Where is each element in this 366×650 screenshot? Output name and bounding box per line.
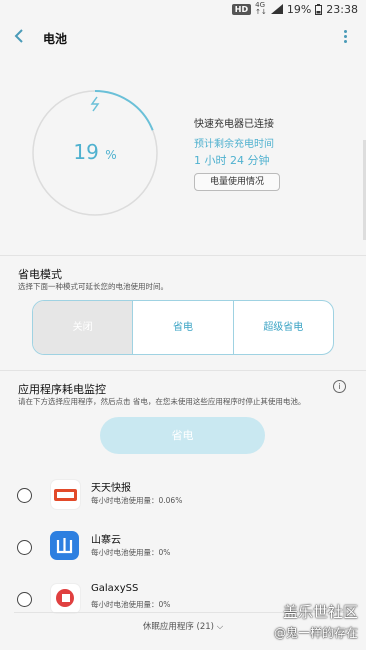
status-bar: HD 4G ↑↓ 19% 23:38: [0, 0, 366, 20]
radio-button[interactable]: [17, 540, 32, 555]
back-button[interactable]: [12, 26, 32, 50]
mode-power-saving[interactable]: 省电: [132, 301, 232, 354]
page-title: 电池: [43, 32, 68, 46]
charging-bolt-icon: [90, 96, 100, 116]
mode-off[interactable]: 关闭: [33, 301, 133, 354]
galaxyss-icon: [50, 583, 81, 614]
charger-status: 快速充电器已连接: [194, 119, 274, 130]
sleeping-apps-label: 休眠应用程序 (21): [142, 622, 214, 632]
kuaibao-icon: [50, 479, 81, 510]
battery-percent-value: 19: [73, 140, 99, 164]
info-icon[interactable]: i: [333, 380, 346, 393]
power-mode-selector: 关闭 省电 超级省电: [32, 300, 334, 355]
power-mode-description: 选择下面一种模式可延长您的电池使用时间。: [18, 282, 168, 291]
network-indicator: 4G ↑↓: [255, 2, 267, 16]
battery-percent: 19 %: [30, 140, 160, 164]
app-row[interactable]: 山寨云 每小时电池使用量：0%: [0, 525, 366, 575]
shanzhaiyun-icon: [50, 531, 79, 560]
divider: [0, 255, 366, 256]
app-monitor-title: 应用程序耗电监控: [18, 383, 106, 396]
app-name: 天天快报: [91, 483, 131, 494]
app-usage: 每小时电池使用量：0.06%: [91, 496, 183, 505]
app-usage: 每小时电池使用量：0%: [91, 600, 171, 609]
app-usage: 每小时电池使用量：0%: [91, 548, 171, 557]
app-name: 山寨云: [91, 535, 121, 546]
app-name: GalaxySS: [91, 583, 139, 594]
more-dot-icon: [343, 30, 347, 33]
signal-icon: [270, 4, 283, 14]
clock: 23:38: [326, 2, 358, 16]
divider: [0, 370, 366, 371]
battery-usage-button[interactable]: 电量使用情况: [194, 173, 280, 191]
save-power-button[interactable]: 省电: [100, 417, 265, 454]
watermark-community: 盖乐世社区: [282, 603, 358, 621]
power-mode-title: 省电模式: [18, 268, 62, 281]
more-dot-icon: [343, 40, 347, 43]
watermark-user: @鬼一样的存在: [273, 626, 358, 640]
mode-ultra-power-saving[interactable]: 超级省电: [232, 301, 333, 354]
more-dot-icon: [343, 35, 347, 38]
battery-percent-sign: %: [105, 148, 117, 162]
app-bar: 电池: [0, 20, 366, 56]
more-options-button[interactable]: [342, 28, 348, 48]
radio-button[interactable]: [17, 488, 32, 503]
app-monitor-description: 请在下方选择应用程序，然后点击 省电，在您未使用这些应用程序时停止其使用电池。: [18, 397, 306, 406]
remaining-label: 预计剩余充电时间: [194, 139, 274, 150]
chevron-left-icon: [14, 29, 23, 43]
network-arrows: ↑↓: [255, 8, 267, 16]
battery-icon: [315, 3, 323, 15]
battery-percent-text: 19%: [286, 2, 312, 16]
radio-button[interactable]: [17, 592, 32, 607]
hd-badge: HD: [231, 3, 252, 15]
remaining-time: 1 小时 24 分钟: [194, 154, 270, 167]
app-row[interactable]: 天天快报 每小时电池使用量：0.06%: [0, 473, 366, 523]
status-icons: HD 4G ↑↓ 19% 23:38: [231, 2, 358, 16]
chevron-down-icon: ⌵: [216, 622, 224, 632]
